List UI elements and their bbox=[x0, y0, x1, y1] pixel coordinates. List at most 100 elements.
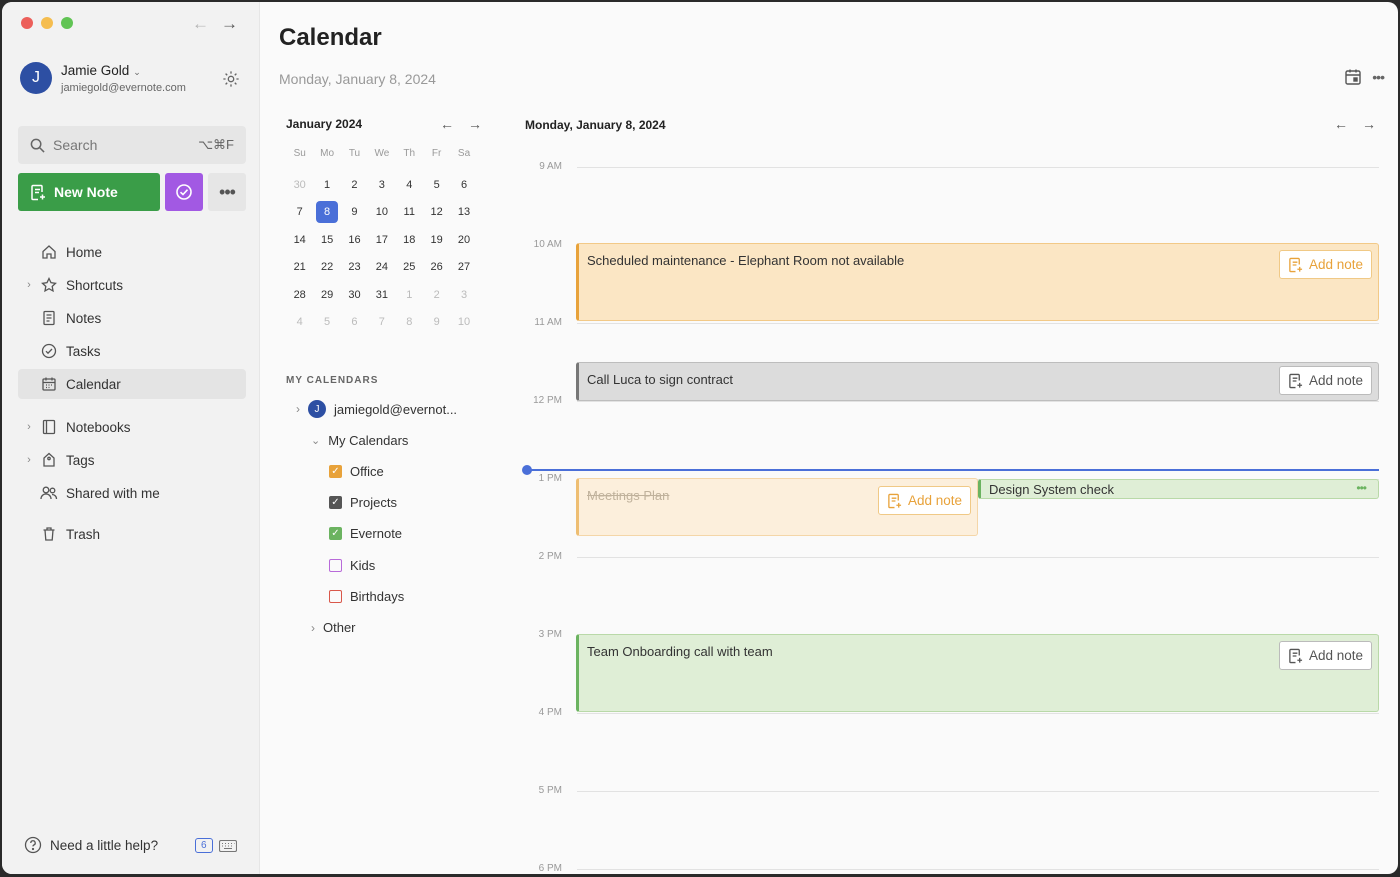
back-arrow-icon[interactable]: ← bbox=[192, 14, 209, 34]
office-checkbox[interactable]: ✓ bbox=[329, 465, 342, 478]
event-scheduled-maintenance[interactable]: Scheduled maintenance - Elephant Room no… bbox=[576, 243, 1379, 321]
mini-calendar-day[interactable]: 5 bbox=[423, 174, 450, 201]
mini-calendar-day[interactable]: 9 bbox=[423, 311, 450, 338]
mini-calendar-day[interactable]: 5 bbox=[313, 311, 340, 338]
add-note-button[interactable]: Add note bbox=[1279, 366, 1372, 395]
mini-calendar-day[interactable]: 31 bbox=[368, 284, 395, 311]
mini-calendar-day[interactable]: 9 bbox=[341, 201, 368, 228]
keyboard-icon[interactable] bbox=[219, 840, 237, 852]
mini-calendar-day[interactable]: 30 bbox=[341, 284, 368, 311]
mini-calendar-day[interactable]: 11 bbox=[396, 201, 423, 228]
mini-calendar-day[interactable]: 10 bbox=[450, 311, 477, 338]
add-note-button[interactable]: Add note bbox=[878, 486, 971, 515]
calendar-evernote[interactable]: ✓ Evernote bbox=[329, 526, 402, 541]
calendar-office[interactable]: ✓ Office bbox=[329, 464, 384, 479]
mini-calendar-day[interactable]: 25 bbox=[396, 256, 423, 283]
calendar-account[interactable]: › J jamiegold@evernot... bbox=[296, 400, 457, 418]
mini-calendar-day[interactable]: 21 bbox=[286, 256, 313, 283]
event-meetings-plan[interactable]: Meetings Plan Add note bbox=[576, 478, 978, 536]
add-note-button[interactable]: Add note bbox=[1279, 641, 1372, 670]
mini-calendar-day[interactable]: 18 bbox=[396, 229, 423, 256]
mini-calendar-day[interactable]: 22 bbox=[313, 256, 340, 283]
mini-calendar-day[interactable]: 15 bbox=[313, 229, 340, 256]
new-note-button[interactable]: New Note bbox=[18, 173, 160, 211]
calendar-birthdays[interactable]: Birthdays bbox=[329, 589, 404, 604]
close-window-button[interactable] bbox=[21, 17, 33, 29]
mini-calendar-day[interactable]: 19 bbox=[423, 229, 450, 256]
chevron-right-icon[interactable]: › bbox=[296, 402, 300, 416]
sidebar-item-notes[interactable]: Notes bbox=[18, 303, 246, 333]
mini-calendar-day[interactable]: 12 bbox=[423, 201, 450, 228]
new-task-button[interactable] bbox=[165, 173, 203, 211]
mini-calendar-day[interactable]: 1 bbox=[313, 174, 340, 201]
mini-calendar-day[interactable]: 23 bbox=[341, 256, 368, 283]
sidebar-item-home[interactable]: Home bbox=[18, 237, 246, 267]
sidebar-item-tasks[interactable]: Tasks bbox=[18, 336, 246, 366]
mini-calendar-day[interactable]: 20 bbox=[450, 229, 477, 256]
mini-calendar-day[interactable]: 6 bbox=[341, 311, 368, 338]
mini-calendar-day[interactable]: 10 bbox=[368, 201, 395, 228]
mini-calendar-day[interactable]: 27 bbox=[450, 256, 477, 283]
notification-badge[interactable]: 6 bbox=[195, 838, 213, 853]
mini-calendar-day[interactable]: 6 bbox=[450, 174, 477, 201]
mini-calendar-day[interactable]: 29 bbox=[313, 284, 340, 311]
sidebar-item-trash[interactable]: Trash bbox=[18, 519, 246, 549]
sidebar-item-notebooks[interactable]: › Notebooks bbox=[18, 412, 246, 442]
mini-calendar-day[interactable]: 2 bbox=[423, 284, 450, 311]
next-day-arrow-icon[interactable]: → bbox=[1362, 116, 1376, 132]
next-month-arrow-icon[interactable]: → bbox=[468, 116, 482, 132]
chevron-right-icon[interactable]: › bbox=[18, 279, 40, 291]
mini-calendar-day[interactable]: 7 bbox=[368, 311, 395, 338]
prev-month-arrow-icon[interactable]: ← bbox=[440, 116, 454, 132]
more-menu-icon[interactable]: ••• bbox=[1372, 69, 1384, 85]
gear-icon[interactable] bbox=[222, 70, 240, 88]
add-note-button[interactable]: Add note bbox=[1279, 250, 1372, 279]
calendar-today-icon[interactable] bbox=[1344, 68, 1362, 86]
chevron-right-icon[interactable]: › bbox=[311, 621, 315, 635]
my-calendars-group[interactable]: ⌄ My Calendars bbox=[311, 433, 408, 448]
event-call-luca[interactable]: Call Luca to sign contract Add note bbox=[576, 362, 1379, 401]
mini-calendar-day[interactable]: 2 bbox=[341, 174, 368, 201]
mini-calendar-day[interactable]: 26 bbox=[423, 256, 450, 283]
mini-calendar-day[interactable]: 24 bbox=[368, 256, 395, 283]
birthdays-checkbox[interactable] bbox=[329, 590, 342, 603]
mini-calendar-day[interactable]: 1 bbox=[396, 284, 423, 311]
mini-calendar-day-selected[interactable]: 8 bbox=[313, 201, 340, 228]
help-link[interactable]: Need a little help? bbox=[24, 836, 158, 854]
mini-calendar-day[interactable]: 13 bbox=[450, 201, 477, 228]
chevron-down-icon[interactable]: ⌄ bbox=[311, 434, 320, 447]
mini-calendar-day[interactable]: 3 bbox=[368, 174, 395, 201]
sidebar-item-shortcuts[interactable]: › Shortcuts bbox=[18, 270, 246, 300]
mini-calendar-day[interactable]: 30 bbox=[286, 174, 313, 201]
mini-calendar-day[interactable]: 3 bbox=[450, 284, 477, 311]
mini-calendar-day[interactable]: 17 bbox=[368, 229, 395, 256]
calendar-projects[interactable]: ✓ Projects bbox=[329, 495, 397, 510]
mini-calendar-day[interactable]: 14 bbox=[286, 229, 313, 256]
search-bar[interactable]: Search ⌥⌘F bbox=[18, 126, 246, 164]
prev-day-arrow-icon[interactable]: ← bbox=[1334, 116, 1348, 132]
sidebar-item-shared[interactable]: Shared with me bbox=[18, 478, 246, 508]
mini-calendar-day[interactable]: 7 bbox=[286, 201, 313, 228]
calendar-kids[interactable]: Kids bbox=[329, 558, 375, 573]
chevron-right-icon[interactable]: › bbox=[18, 454, 40, 466]
mini-calendar-day[interactable]: 4 bbox=[286, 311, 313, 338]
evernote-checkbox[interactable]: ✓ bbox=[329, 527, 342, 540]
kids-checkbox[interactable] bbox=[329, 559, 342, 572]
event-design-system-check[interactable]: Design System check ••• bbox=[978, 479, 1379, 499]
forward-arrow-icon[interactable]: → bbox=[221, 14, 238, 34]
sidebar-item-calendar[interactable]: Calendar bbox=[18, 369, 246, 399]
event-team-onboarding[interactable]: Team Onboarding call with team Add note bbox=[576, 634, 1379, 712]
mini-calendar-day[interactable]: 8 bbox=[396, 311, 423, 338]
mini-calendar-day[interactable]: 28 bbox=[286, 284, 313, 311]
more-options-button[interactable]: ••• bbox=[208, 173, 246, 211]
chevron-right-icon[interactable]: › bbox=[18, 421, 40, 433]
sidebar-item-tags[interactable]: › Tags bbox=[18, 445, 246, 475]
zoom-window-button[interactable] bbox=[61, 17, 73, 29]
projects-checkbox[interactable]: ✓ bbox=[329, 496, 342, 509]
event-more-icon[interactable]: ••• bbox=[1356, 481, 1366, 495]
minimize-window-button[interactable] bbox=[41, 17, 53, 29]
mini-calendar-day[interactable]: 16 bbox=[341, 229, 368, 256]
mini-calendar-day[interactable]: 4 bbox=[396, 174, 423, 201]
account-switcher[interactable]: J Jamie Gold⌄ jamiegold@evernote.com bbox=[20, 62, 186, 94]
other-calendars-group[interactable]: › Other bbox=[311, 620, 356, 635]
